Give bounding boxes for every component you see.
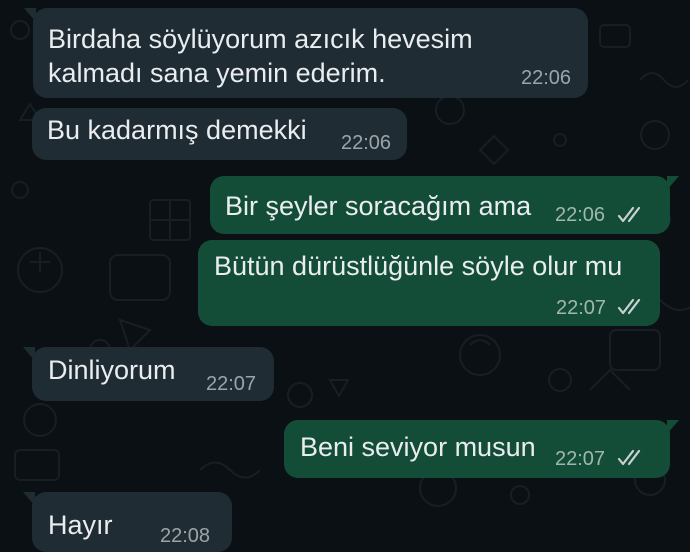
message-text: Beni seviyor musun [300, 432, 536, 462]
message-outgoing[interactable]: Beni seviyor musun 22:07 [284, 420, 679, 478]
message-incoming[interactable]: Bu kadarmış demekki 22:06 [32, 108, 407, 160]
message-time: 22:07 [206, 373, 257, 395]
message-text: Birdaha söylüyorum azıcık hevesim kalmad… [48, 24, 473, 88]
double-check-icon [617, 298, 641, 315]
double-check-icon [617, 449, 641, 466]
bubble-tail [23, 347, 35, 361]
message-text: Bu kadarmış demekki [47, 115, 307, 145]
message-text: Hayır [48, 510, 113, 540]
message-incoming[interactable]: Dinliyorum 22:07 [23, 347, 274, 401]
bubble-tail [667, 176, 679, 190]
message-outgoing[interactable]: Bütün dürüstlüğünle söyle olur mu 22:07 [198, 240, 660, 326]
message-time: 22:08 [160, 525, 211, 547]
message-time: 22:07 [555, 448, 606, 470]
message-text: Bütün dürüstlüğünle söyle olur mu [214, 251, 623, 281]
chat-message-list[interactable]: Birdaha söylüyorum azıcık hevesim kalmad… [0, 0, 690, 552]
message-time: 22:07 [556, 297, 607, 319]
message-time: 22:06 [521, 67, 572, 89]
message-text: Dinliyorum [48, 355, 176, 385]
message-outgoing[interactable]: Bir şeyler soracağım ama 22:06 [210, 176, 679, 234]
bubble-tail [667, 420, 679, 434]
message-incoming[interactable]: Hayır 22:08 [23, 492, 232, 552]
bubble-tail [24, 8, 36, 22]
message-time: 22:06 [555, 204, 606, 226]
bubble-tail [23, 492, 35, 506]
double-check-icon [617, 206, 641, 223]
message-incoming[interactable]: Birdaha söylüyorum azıcık hevesim kalmad… [24, 8, 588, 98]
message-text: Bir şeyler soracağım ama [225, 191, 532, 221]
message-time: 22:06 [341, 132, 392, 154]
